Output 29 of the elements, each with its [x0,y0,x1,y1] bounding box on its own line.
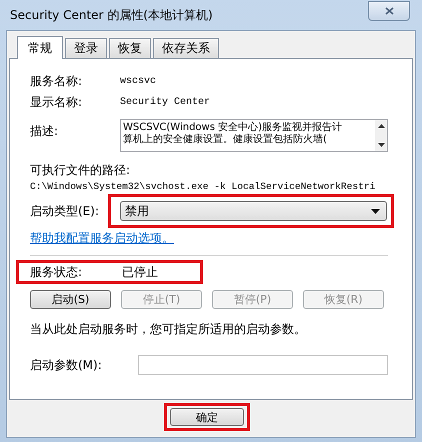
field-label: 描述: [30,123,60,140]
caret-icon [371,208,380,214]
tab[interactable]: 常规 [17,36,63,59]
description-text: WSCSVC(Windows 安全中心)服务监视并报告计 [123,122,344,134]
field-label: 服务名称: [30,73,84,90]
path-value: C:\Windows\System32\svchost.exe -k LocalServiceNetworkRestri [30,181,376,192]
description-text: 算机上的安全健康设置。健康设置包括防火墙( [123,134,328,146]
hint-text: 当从此处启动服务时，您可指定所适用的启动参数。 [30,321,307,338]
service-button[interactable]: 启动(S) [30,290,111,309]
tab[interactable]: 依存关系 [153,38,219,58]
window-title: Security Center 的属性(本地计算机) [10,6,213,24]
field-label: 显示名称: [30,94,84,111]
field-label: 服务状态: [30,264,84,280]
field-label: 启动类型(E): [30,202,100,220]
field-label: 启动参数(M): [30,356,103,374]
status-value: 已停止 [122,264,158,280]
help-link[interactable]: 帮助我配置服务启动选项。 [30,230,174,247]
tab[interactable]: 恢复 [109,38,151,58]
field-label: 可执行文件的路径: [30,162,132,179]
field-value: Security Center [120,97,210,108]
scroll-bar[interactable] [375,120,387,151]
start-params-field[interactable] [138,355,388,375]
close-button[interactable] [368,1,410,21]
field-value: wscsvc [120,76,156,87]
description-box[interactable]: WSCSVC(Windows 安全中心)服务监视并报告计 算机上的安全健康设置。健康设置包括防火墙( [120,119,388,152]
tab[interactable]: 登录 [65,38,107,58]
startup-type-dropdown[interactable]: 禁用 [120,201,387,221]
ok-button[interactable]: 确定 [170,408,244,426]
close-icon [384,7,394,15]
